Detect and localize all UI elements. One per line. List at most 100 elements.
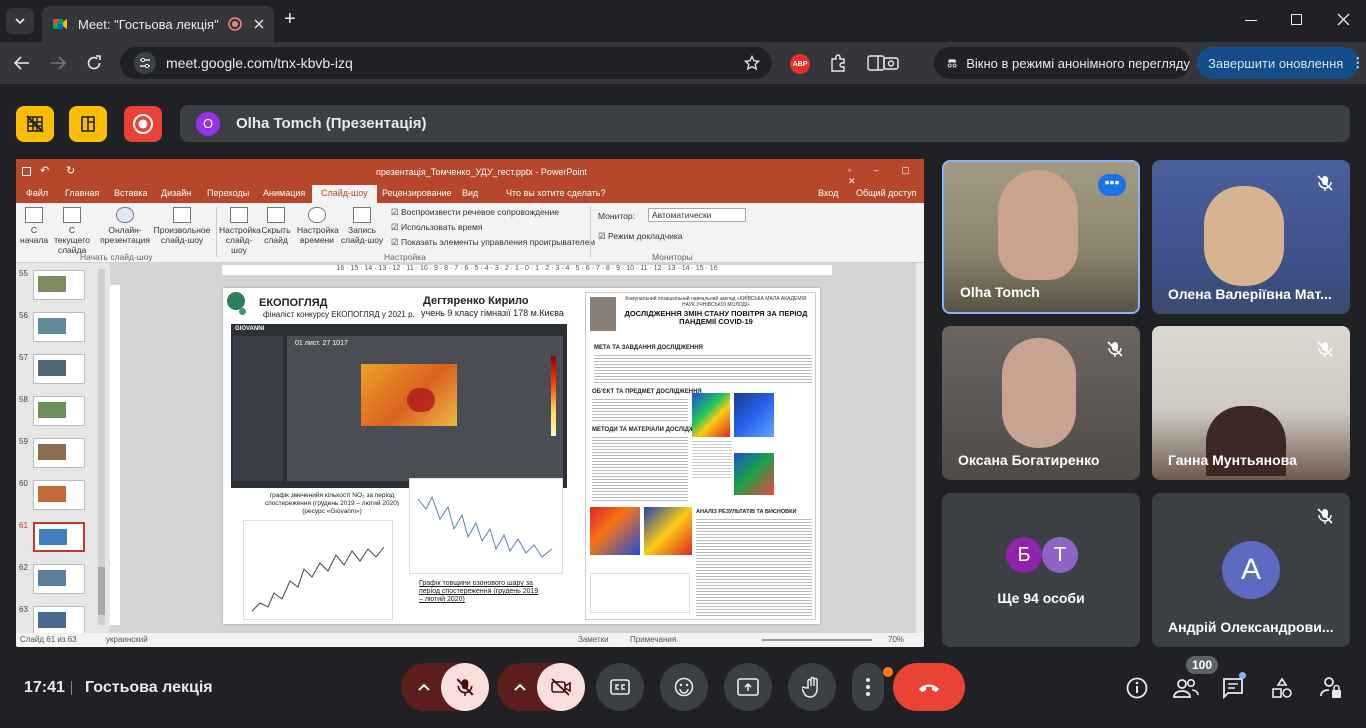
participant-tile[interactable]: Олена Валеріївна Мат... — [1152, 160, 1350, 314]
minimize-window-icon[interactable] — [1245, 20, 1257, 21]
ppt-menu-review[interactable]: Рецензирование — [382, 188, 452, 198]
slide-thumbnail[interactable] — [33, 312, 85, 342]
meeting-details-button[interactable] — [1126, 677, 1150, 701]
tab-meet[interactable]: Meet: "Гостьова лекція" — [42, 6, 274, 42]
reload-icon[interactable] — [86, 55, 102, 71]
chat-unread-dot — [1239, 672, 1246, 679]
monitor-select[interactable]: Автоматически — [648, 208, 746, 222]
hand-icon — [802, 676, 818, 698]
ppt-menu-animation[interactable]: Анимация — [263, 188, 305, 198]
thumbnail-image — [38, 444, 66, 460]
ppt-menu-design[interactable]: Дизайн — [161, 188, 191, 198]
meeting-time: 17:41 — [24, 679, 65, 696]
finish-update-button[interactable]: Завершити оновлення ⋮ — [1197, 47, 1364, 79]
slide-thumbnail[interactable] — [33, 606, 85, 636]
participant-video — [1002, 338, 1076, 448]
activities-button[interactable] — [1271, 677, 1295, 701]
bookmark-star-icon[interactable] — [744, 55, 760, 71]
checkbox-icon: ☑ — [598, 231, 608, 241]
others-tile[interactable]: Б Т Ще 94 особи — [942, 493, 1140, 647]
tab-search-button[interactable] — [6, 8, 34, 34]
people-button[interactable] — [1173, 677, 1199, 701]
omnibox[interactable]: meet.google.com/tnx-kbvb-izq — [120, 47, 772, 79]
slide-thumbnail[interactable] — [33, 438, 85, 468]
slide-thumbnail[interactable] — [33, 396, 85, 426]
avatar: Т — [1042, 537, 1078, 573]
ppt-login[interactable]: Вход — [818, 188, 838, 198]
more-options-button[interactable]: ••• — [1098, 174, 1126, 196]
clock-icon — [308, 207, 326, 223]
ppt-menu-home[interactable]: Главная — [65, 188, 99, 198]
adblock-extension-icon[interactable]: ABP — [790, 54, 810, 74]
ribbon-check-narration[interactable]: ☑ Воспроизвести речевое сопровождение — [391, 207, 559, 218]
host-controls-button[interactable] — [1320, 676, 1344, 702]
zoom-slider[interactable] — [762, 639, 872, 641]
ppt-undo-icon: ↶ — [40, 165, 50, 177]
incognito-indicator[interactable]: Вікно в режимі анонімного перегляду — [934, 47, 1190, 79]
slide-thumbnail[interactable] — [33, 564, 85, 594]
layout-toggle-button[interactable] — [16, 106, 54, 142]
ribbon-check-controls[interactable]: ☑ Показать элементы управления проигрыва… — [391, 237, 595, 248]
restore-window-icon[interactable] — [1291, 14, 1302, 25]
slide-thumbnail[interactable] — [33, 522, 85, 552]
ribbon-btn-online[interactable]: Онлайн-презентация — [100, 207, 150, 245]
ribbon-btn-from-current[interactable]: С текущего слайда — [50, 207, 94, 255]
participant-tile[interactable]: Ганна Мунтьянова — [1152, 326, 1350, 480]
audio-options-button[interactable] — [417, 679, 431, 697]
close-tab-icon[interactable] — [254, 19, 264, 29]
back-arrow-icon[interactable] — [14, 56, 30, 70]
participant-tile[interactable]: ••• Olha Tomch — [942, 160, 1140, 314]
editor-scrollbar[interactable] — [916, 263, 924, 633]
captions-button[interactable] — [596, 663, 644, 711]
status-comments[interactable]: Примечания — [630, 635, 676, 644]
camera-toggle-button[interactable] — [537, 663, 585, 711]
close-window-icon[interactable] — [1337, 13, 1350, 26]
ppt-menu-insert[interactable]: Вставка — [114, 188, 147, 198]
map-hotspot — [407, 388, 435, 412]
ribbon-btn-from-start[interactable]: С начала — [20, 207, 48, 245]
video-options-button[interactable] — [513, 679, 527, 697]
slide-thumbnail[interactable] — [33, 480, 85, 510]
present-screen-button[interactable] — [724, 663, 772, 711]
sidebar-layout-icon — [81, 116, 95, 132]
caption-no2: графік змеченийя кількості NO₂ за період… — [265, 492, 399, 515]
slide-thumbnail[interactable] — [33, 354, 85, 384]
ppt-menu-slideshow[interactable]: Слайд-шоу — [312, 185, 377, 203]
site-info-icon[interactable] — [134, 52, 156, 74]
forward-arrow-icon[interactable] — [50, 56, 66, 70]
participant-tile[interactable]: А Андрій Олександрови... — [1152, 493, 1350, 647]
ppt-menu-view[interactable]: Вид — [462, 188, 478, 198]
ribbon-btn-hide[interactable]: Скрыть слайд — [260, 207, 292, 245]
ribbon-btn-record[interactable]: Запись слайд-шоу — [338, 207, 386, 245]
screen-capture-icon[interactable] — [882, 54, 900, 72]
thumbs-scroll-thumb[interactable] — [98, 567, 105, 615]
ppt-share[interactable]: Общий доступ — [856, 188, 916, 198]
status-notes[interactable]: Заметки — [578, 635, 609, 644]
ribbon-btn-custom[interactable]: Произвольное слайд-шоу — [153, 207, 211, 245]
chat-button[interactable] — [1222, 677, 1246, 701]
layout-sidebar-button[interactable] — [69, 106, 107, 142]
ribbon-btn-timing[interactable]: Настройка времени — [297, 207, 339, 245]
thumbs-scrollbar[interactable] — [98, 269, 105, 625]
ribbon-check-timings[interactable]: ☑ Использовать время — [391, 222, 482, 233]
new-tab-button[interactable]: + — [284, 9, 302, 30]
ppt-tell-me[interactable]: Что вы хотите сделать? — [506, 188, 606, 198]
mic-off-icon — [1317, 175, 1333, 191]
slide-thumbnail[interactable] — [33, 270, 85, 300]
ribbon-check-presenter-view[interactable]: ☑ Режим докладчика — [598, 231, 683, 242]
mic-off-icon — [1317, 341, 1333, 357]
mic-toggle-button[interactable] — [441, 663, 489, 711]
grid-off-icon — [26, 115, 44, 133]
participant-tile[interactable]: Оксана Богатиренко — [942, 326, 1140, 480]
record-button[interactable] — [124, 106, 162, 142]
leave-call-button[interactable] — [893, 663, 965, 711]
ppt-menu-transitions[interactable]: Переходы — [207, 188, 249, 198]
raise-hand-button[interactable] — [788, 663, 836, 711]
reactions-button[interactable] — [660, 663, 708, 711]
ppt-menu-file[interactable]: Файл — [26, 188, 48, 198]
extensions-puzzle-icon[interactable] — [829, 54, 847, 72]
ribbon-btn-setup[interactable]: Настройка слайд-шоу — [219, 207, 261, 255]
ppt-window-title: презентація_Томченко_УДУ_гест.pptx - Pow… — [376, 167, 587, 177]
participant-video — [998, 170, 1078, 280]
more-options-button[interactable] — [852, 663, 884, 711]
